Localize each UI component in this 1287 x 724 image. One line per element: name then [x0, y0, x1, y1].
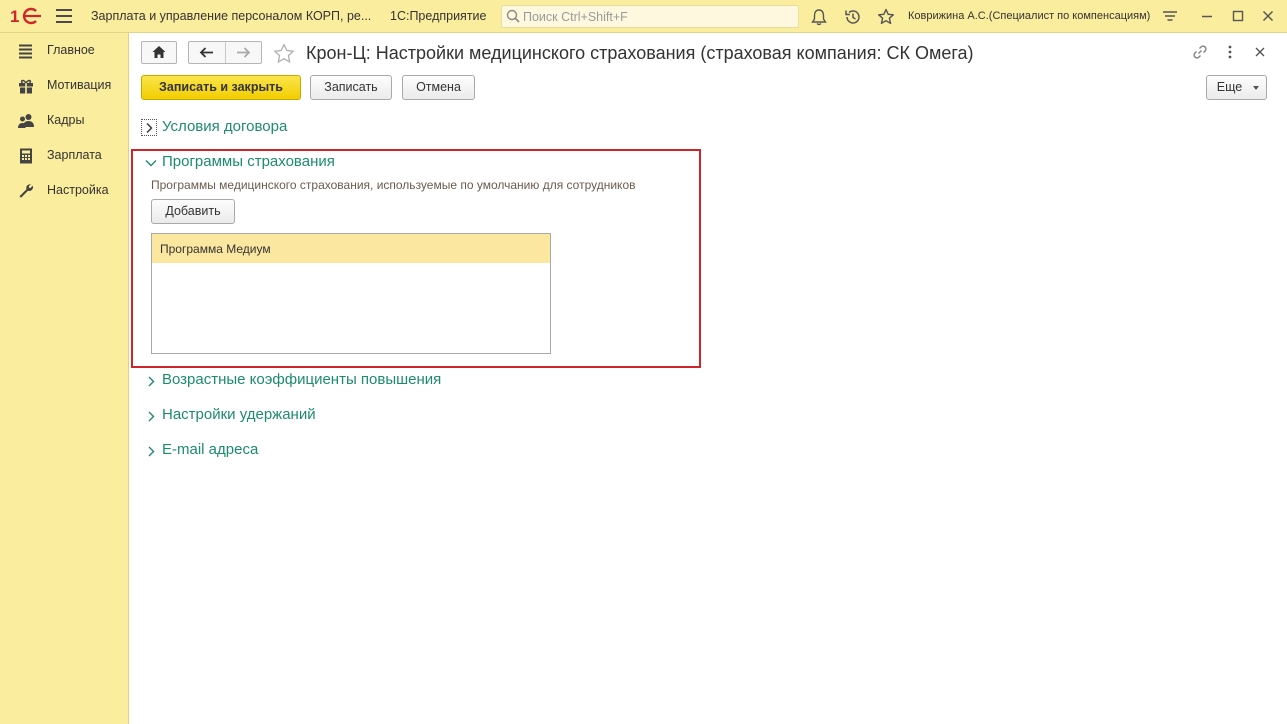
back-arrow-icon[interactable] — [189, 42, 225, 63]
more-actions-button[interactable]: Еще — [1206, 75, 1267, 100]
current-user[interactable]: Коврижина А.С.(Специалист по компенсация… — [908, 10, 1150, 22]
chevron-right-icon — [148, 411, 155, 422]
programs-description: Программы медицинского страхования, испо… — [151, 178, 636, 192]
form-title: Крон-Ц: Настройки медицинского страхован… — [306, 43, 974, 63]
sidebar-item-personnel[interactable]: Кадры — [0, 108, 128, 134]
chevron-right-icon — [148, 446, 155, 457]
home-button[interactable] — [141, 41, 177, 64]
sidebar-item-label: Кадры — [47, 113, 85, 127]
sidebar-item-label: Зарплата — [47, 148, 102, 162]
bell-icon[interactable] — [809, 7, 829, 27]
bookmark-star-icon[interactable] — [272, 42, 296, 66]
svg-text:1: 1 — [10, 7, 19, 26]
gift-icon — [19, 79, 33, 94]
group-title: Условия договора — [162, 118, 288, 135]
sidebar-item-salary[interactable]: Зарплата — [0, 143, 128, 169]
main-menu-icon[interactable] — [56, 9, 72, 23]
search-icon — [506, 9, 520, 23]
settings-lines-icon[interactable] — [1162, 8, 1178, 24]
save-button[interactable]: Записать — [310, 75, 392, 100]
group-title: E-mail адреса — [162, 441, 259, 458]
chevron-right-icon — [141, 119, 157, 136]
list-item[interactable]: Программа Медиум — [152, 234, 550, 263]
maximize-icon[interactable] — [1230, 8, 1246, 24]
calculator-icon — [20, 148, 32, 164]
more-actions-label: Еще — [1216, 80, 1243, 94]
group-title: Настройки удержаний — [162, 406, 316, 423]
program-name: Программа Медиум — [160, 242, 271, 256]
1c-logo-icon[interactable]: 1 — [10, 6, 46, 26]
top-bar: 1 Зарплата и управление персоналом КОРП,… — [0, 0, 1287, 33]
sidebar-item-settings[interactable]: Настройка — [0, 178, 128, 204]
menu-lines-icon — [19, 44, 32, 59]
favorites-star-icon[interactable] — [876, 7, 896, 27]
more-vertical-icon[interactable] — [1221, 43, 1239, 61]
global-search[interactable] — [501, 5, 799, 28]
link-icon[interactable] — [1191, 43, 1209, 61]
app-title: Зарплата и управление персоналом КОРП, р… — [91, 9, 372, 23]
group-title: Программы страхования — [162, 153, 335, 170]
group-title: Возрастные коэффициенты повышения — [162, 371, 442, 388]
platform-name: 1С:Предприятие — [390, 9, 487, 23]
minimize-icon[interactable] — [1199, 8, 1215, 24]
form-area: Крон-Ц: Настройки медицинского страхован… — [129, 33, 1287, 724]
programs-list[interactable]: Программа Медиум — [151, 233, 551, 354]
people-icon — [18, 114, 34, 128]
save-and-close-button[interactable]: Записать и закрыть — [141, 75, 301, 100]
sidebar-item-label: Главное — [47, 43, 95, 57]
sidebar-item-motivation[interactable]: Мотивация — [0, 73, 128, 99]
close-window-icon[interactable] — [1260, 8, 1276, 24]
sidebar-item-label: Мотивация — [47, 78, 112, 92]
home-icon — [152, 46, 166, 58]
search-input[interactable] — [523, 8, 793, 25]
chevron-down-icon — [1253, 86, 1259, 90]
history-icon[interactable] — [843, 7, 863, 27]
cancel-button[interactable]: Отмена — [402, 75, 475, 100]
sidebar-item-label: Настройка — [47, 183, 109, 197]
history-nav — [188, 41, 262, 64]
close-form-icon[interactable] — [1251, 43, 1269, 61]
add-program-button[interactable]: Добавить — [151, 199, 235, 224]
wrench-icon — [19, 184, 34, 198]
sidebar-item-main[interactable]: Главное — [0, 38, 128, 64]
forward-arrow-icon[interactable] — [226, 42, 262, 63]
chevron-right-icon — [148, 376, 155, 387]
sections-panel: Главное Мотивация Кадры Зарплата Настрой… — [0, 33, 129, 724]
chevron-down-icon — [145, 160, 157, 167]
